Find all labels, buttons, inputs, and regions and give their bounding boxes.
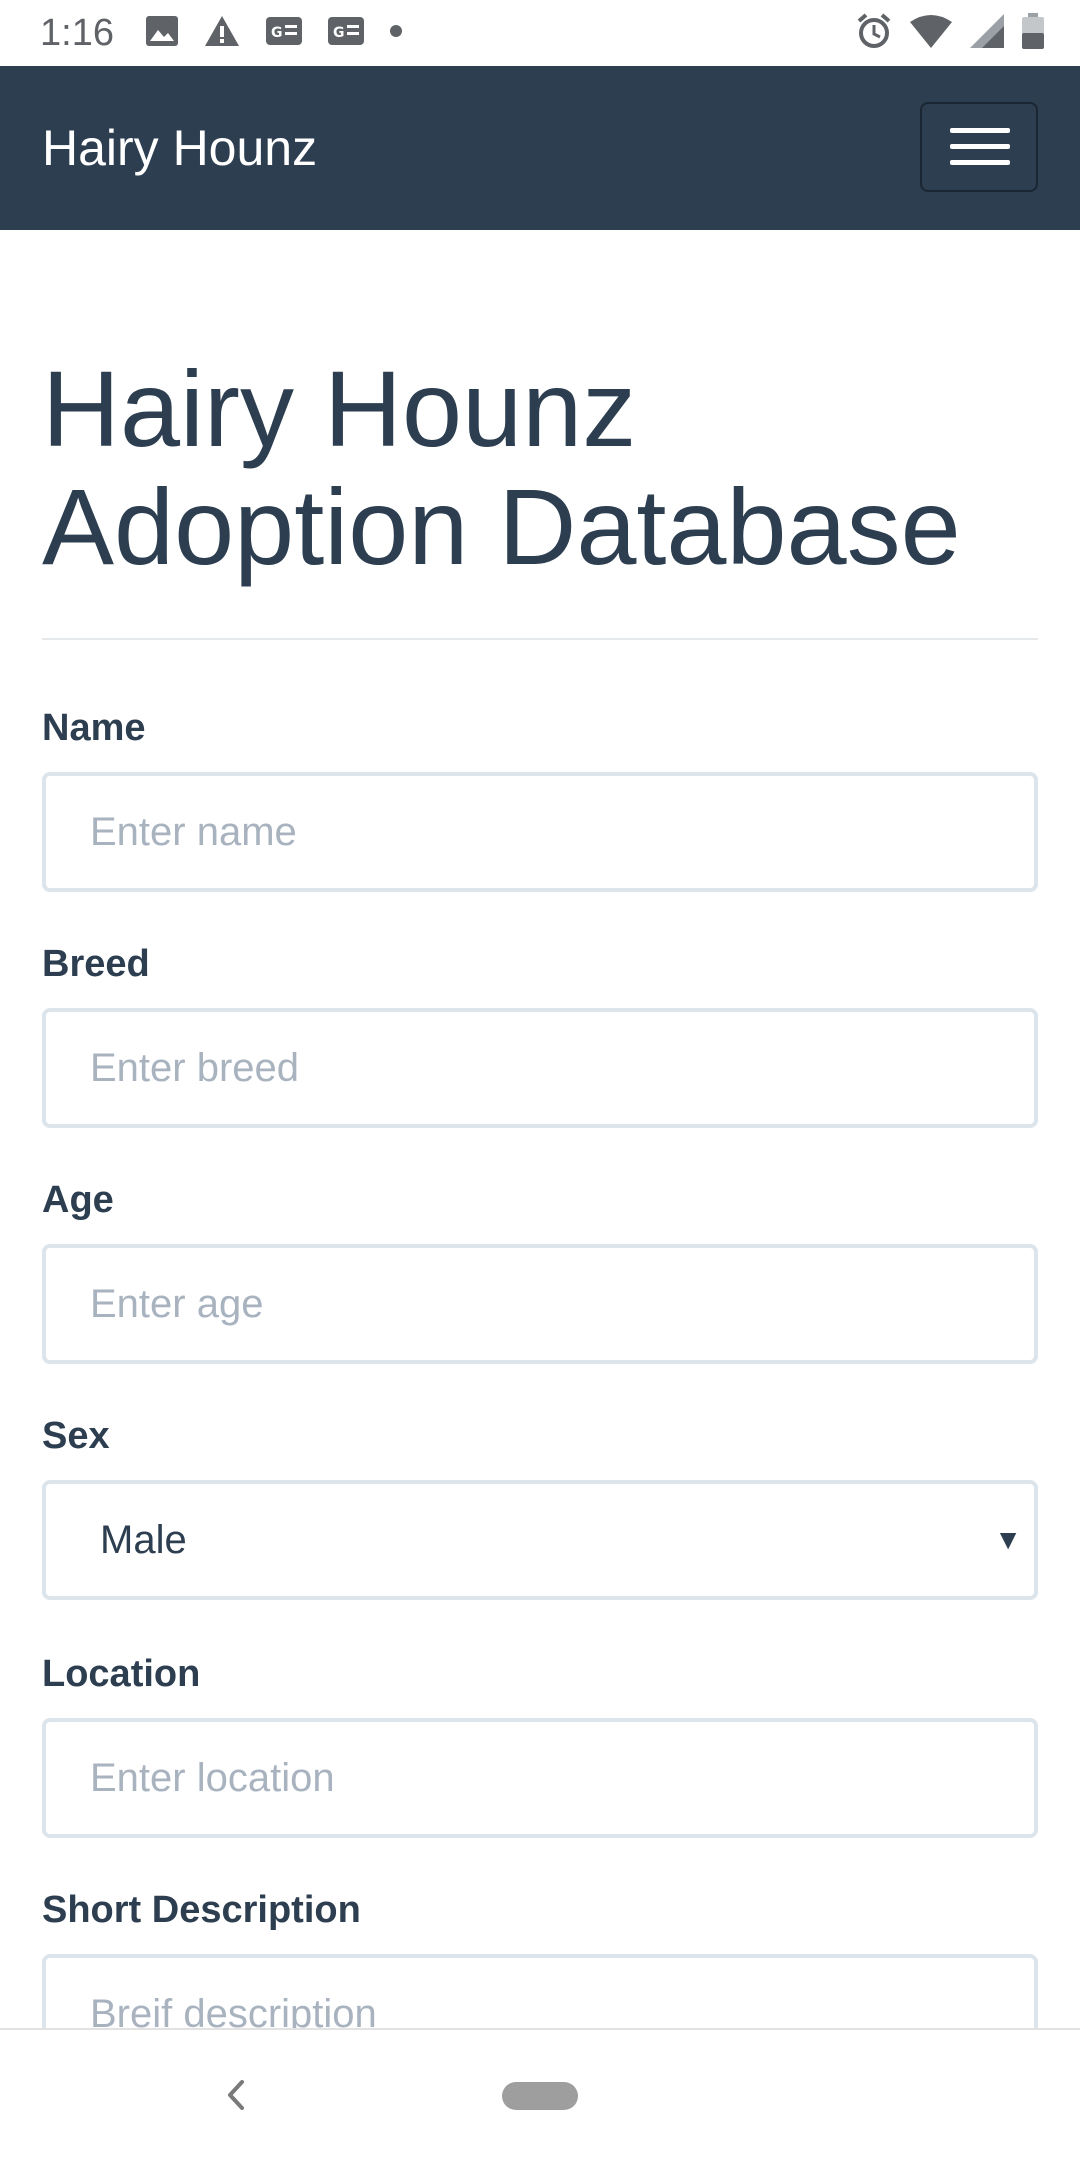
signal-icon: [970, 13, 1004, 53]
page-title-line2: Adoption Database: [42, 466, 961, 587]
image-icon: [146, 15, 178, 51]
news-icon: G: [328, 16, 364, 50]
chevron-down-icon: ▼: [994, 1524, 1022, 1555]
page-title: Hairy Hounz Adoption Database: [42, 350, 1042, 586]
notification-icons: G G: [146, 15, 402, 52]
sex-select-value: Male: [100, 1518, 187, 1562]
status-bar: 1:16 G G: [0, 0, 1080, 66]
breed-label: Breed: [42, 943, 150, 985]
name-input[interactable]: [42, 772, 1038, 892]
dot-icon: [390, 24, 402, 42]
back-chevron-icon: [228, 2080, 244, 2110]
home-pill-icon[interactable]: [502, 2082, 578, 2110]
location-input[interactable]: [42, 1718, 1038, 1838]
wifi-icon: [910, 14, 952, 53]
navbar: Hairy Hounz: [0, 66, 1080, 230]
breed-input[interactable]: [42, 1008, 1038, 1128]
status-time: 1:16: [40, 12, 114, 54]
svg-text:G: G: [271, 25, 283, 41]
description-label: Short Description: [42, 1889, 361, 1931]
alarm-icon: [856, 12, 892, 54]
age-input[interactable]: [42, 1244, 1038, 1364]
location-label: Location: [42, 1653, 201, 1695]
svg-text:G: G: [333, 25, 345, 41]
system-icons: [856, 12, 1044, 54]
back-button[interactable]: [214, 2070, 258, 2120]
warning-icon: [204, 15, 240, 52]
title-divider: [42, 638, 1038, 640]
page-title-line1: Hairy Hounz: [42, 348, 637, 469]
navbar-brand[interactable]: Hairy Hounz: [42, 116, 317, 180]
sex-select[interactable]: Male ▼: [42, 1480, 1038, 1600]
age-label: Age: [42, 1179, 114, 1221]
hamburger-menu-button[interactable]: [920, 102, 1038, 192]
battery-icon: [1022, 12, 1044, 54]
system-navigation-bar: [0, 2028, 1080, 2160]
name-label: Name: [42, 707, 146, 749]
news-icon: G: [266, 16, 302, 50]
sex-label: Sex: [42, 1415, 110, 1457]
